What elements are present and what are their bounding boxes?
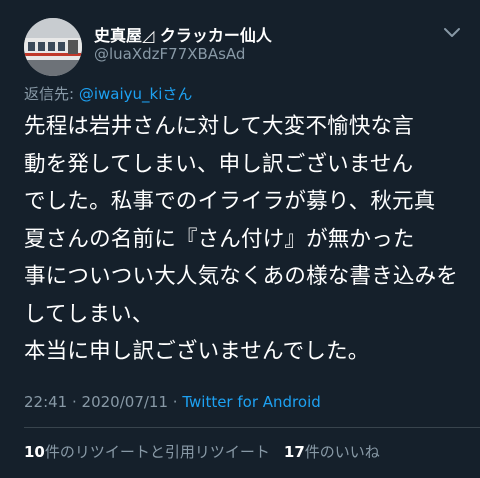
reply-to-line: 返信先: @iwaiyu_kiさん bbox=[24, 83, 192, 104]
tweet-source-link[interactable]: Twitter for Android bbox=[182, 393, 320, 411]
tweet-meta: 22:41 · 2020/07/11 · Twitter for Android bbox=[24, 393, 321, 411]
retweets-label: 件のリツイートと引用リツイート bbox=[44, 443, 270, 461]
tweet-body-line: 動を発してしまい、申し訳ございません bbox=[24, 151, 414, 177]
tweet: 史真屋◿ クラッカー仙人 @luaXdzF77XBAsAd 返信先: @iwai… bbox=[0, 0, 480, 478]
tweet-body: 先程は岩井さんに対して大変不愉快な言 動を発してしまい、申し訳ございません でし… bbox=[24, 108, 469, 371]
tweet-time[interactable]: 22:41 bbox=[24, 393, 67, 411]
reply-prefix: 返信先: bbox=[24, 85, 79, 103]
likes-label: 件のいいね bbox=[304, 443, 380, 461]
tweet-stats: 10件のリツイートと引用リツイート 17件のいいね bbox=[24, 441, 380, 462]
reply-mention-link[interactable]: @iwaiyu_ki bbox=[79, 85, 163, 103]
reply-suffix[interactable]: さん bbox=[162, 85, 192, 103]
avatar[interactable] bbox=[24, 18, 82, 76]
author-handle[interactable]: @luaXdzF77XBAsAd bbox=[94, 45, 245, 63]
meta-separator: · bbox=[168, 393, 183, 411]
likes-count: 17 bbox=[283, 443, 305, 461]
retweets-count: 10 bbox=[24, 443, 45, 461]
meta-separator: · bbox=[67, 393, 82, 411]
tweet-body-line: 先程は岩井さんに対して大変不愉快な言 bbox=[24, 114, 414, 139]
tweet-date[interactable]: 2020/07/11 bbox=[82, 393, 168, 411]
divider bbox=[24, 427, 480, 428]
author-display-name[interactable]: 史真屋◿ クラッカー仙人 bbox=[94, 22, 272, 46]
tweet-body-line: 本当に申し訳ございませんでした。 bbox=[24, 339, 370, 364]
tweet-body-line: 夏さんの名前に『さん付け』が無かった bbox=[24, 226, 415, 252]
retweets-stat[interactable]: 10件のリツイートと引用リツイート bbox=[24, 443, 270, 461]
tweet-body-line: 事についつい大人気なくあの様な書き込みを bbox=[24, 264, 459, 289]
chevron-down-icon[interactable] bbox=[440, 22, 464, 42]
likes-stat[interactable]: 17件のいいね bbox=[284, 443, 380, 461]
tweet-body-line: してしまい、 bbox=[24, 301, 154, 327]
tweet-body-line: でした。私事でのイライラが募り、秋元真 bbox=[24, 189, 436, 214]
